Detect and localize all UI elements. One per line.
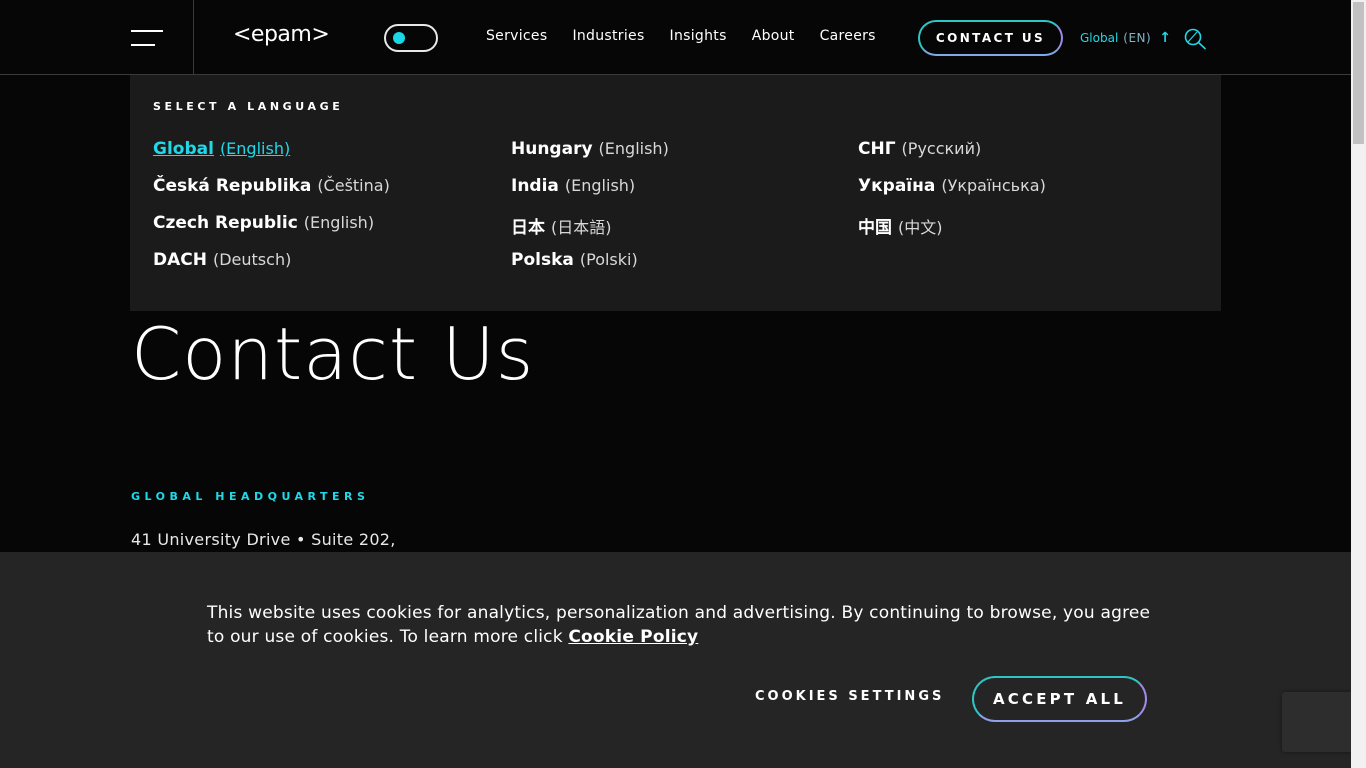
hq-address: 41 University Drive • Suite 202, xyxy=(131,530,396,549)
language-option-cesko[interactable]: Česká Republika (Čeština) xyxy=(153,176,390,213)
contact-us-button[interactable]: CONTACT US xyxy=(918,20,1063,56)
hamburger-menu-icon[interactable] xyxy=(131,30,163,46)
page-title: Contact Us xyxy=(131,312,535,396)
scrollbar-thumb[interactable] xyxy=(1353,2,1364,144)
site-header: <epam> Services Industries Insights Abou… xyxy=(0,0,1351,75)
main-nav: Services Industries Insights About Caree… xyxy=(486,28,901,44)
language-option-cis[interactable]: СНГ (Русский) xyxy=(858,139,1046,176)
accept-all-button[interactable]: ACCEPT ALL xyxy=(972,676,1147,722)
language-option-dach[interactable]: DACH (Deutsch) xyxy=(153,250,390,287)
cookies-settings-button[interactable]: COOKIES SETTINGS xyxy=(755,689,944,704)
language-option-japan[interactable]: 日本 (日本語) xyxy=(511,213,669,250)
header-divider xyxy=(193,0,194,74)
toggle-knob xyxy=(393,32,405,44)
nav-careers[interactable]: Careers xyxy=(820,28,876,44)
recaptcha-badge[interactable] xyxy=(1282,692,1352,752)
language-option-global[interactable]: Global (English) xyxy=(153,139,390,176)
language-option-hungary[interactable]: Hungary (English) xyxy=(511,139,669,176)
nav-industries[interactable]: Industries xyxy=(572,28,644,44)
language-column-3: СНГ (Русский) Україна (Українська) 中国 (中文) xyxy=(858,139,1046,250)
search-icon[interactable] xyxy=(1183,28,1207,50)
language-option-czech-republic[interactable]: Czech Republic (English) xyxy=(153,213,390,250)
theme-toggle[interactable] xyxy=(384,24,438,52)
language-panel-title: SELECT A LANGUAGE xyxy=(153,100,344,113)
arrow-up-icon: ↑ xyxy=(1159,30,1171,46)
language-label: Global xyxy=(1080,31,1119,45)
language-option-ukraine[interactable]: Україна (Українська) xyxy=(858,176,1046,213)
nav-services[interactable]: Services xyxy=(486,28,547,44)
epam-logo[interactable]: <epam> xyxy=(233,22,330,47)
language-code: (EN) xyxy=(1123,31,1152,45)
language-panel: SELECT A LANGUAGE Global (English) Česká … xyxy=(130,75,1221,311)
nav-insights[interactable]: Insights xyxy=(670,28,727,44)
language-option-india[interactable]: India (English) xyxy=(511,176,669,213)
language-column-1: Global (English) Česká Republika (Čeština)… xyxy=(153,139,390,287)
cookie-text: This website uses cookies for analytics,… xyxy=(207,601,1157,649)
language-column-2: Hungary (English) India (English) 日本 (日本語) … xyxy=(511,139,669,287)
cookie-banner: This website uses cookies for analytics,… xyxy=(0,552,1351,768)
language-option-china[interactable]: 中国 (中文) xyxy=(858,213,1046,250)
language-selector[interactable]: Global (EN) ↑ xyxy=(1080,30,1171,46)
nav-about[interactable]: About xyxy=(752,28,795,44)
cookie-policy-link[interactable]: Cookie Policy xyxy=(568,627,698,647)
scrollbar[interactable] xyxy=(1351,0,1366,768)
hq-label: GLOBAL HEADQUARTERS xyxy=(131,490,370,503)
language-option-polska[interactable]: Polska (Polski) xyxy=(511,250,669,287)
